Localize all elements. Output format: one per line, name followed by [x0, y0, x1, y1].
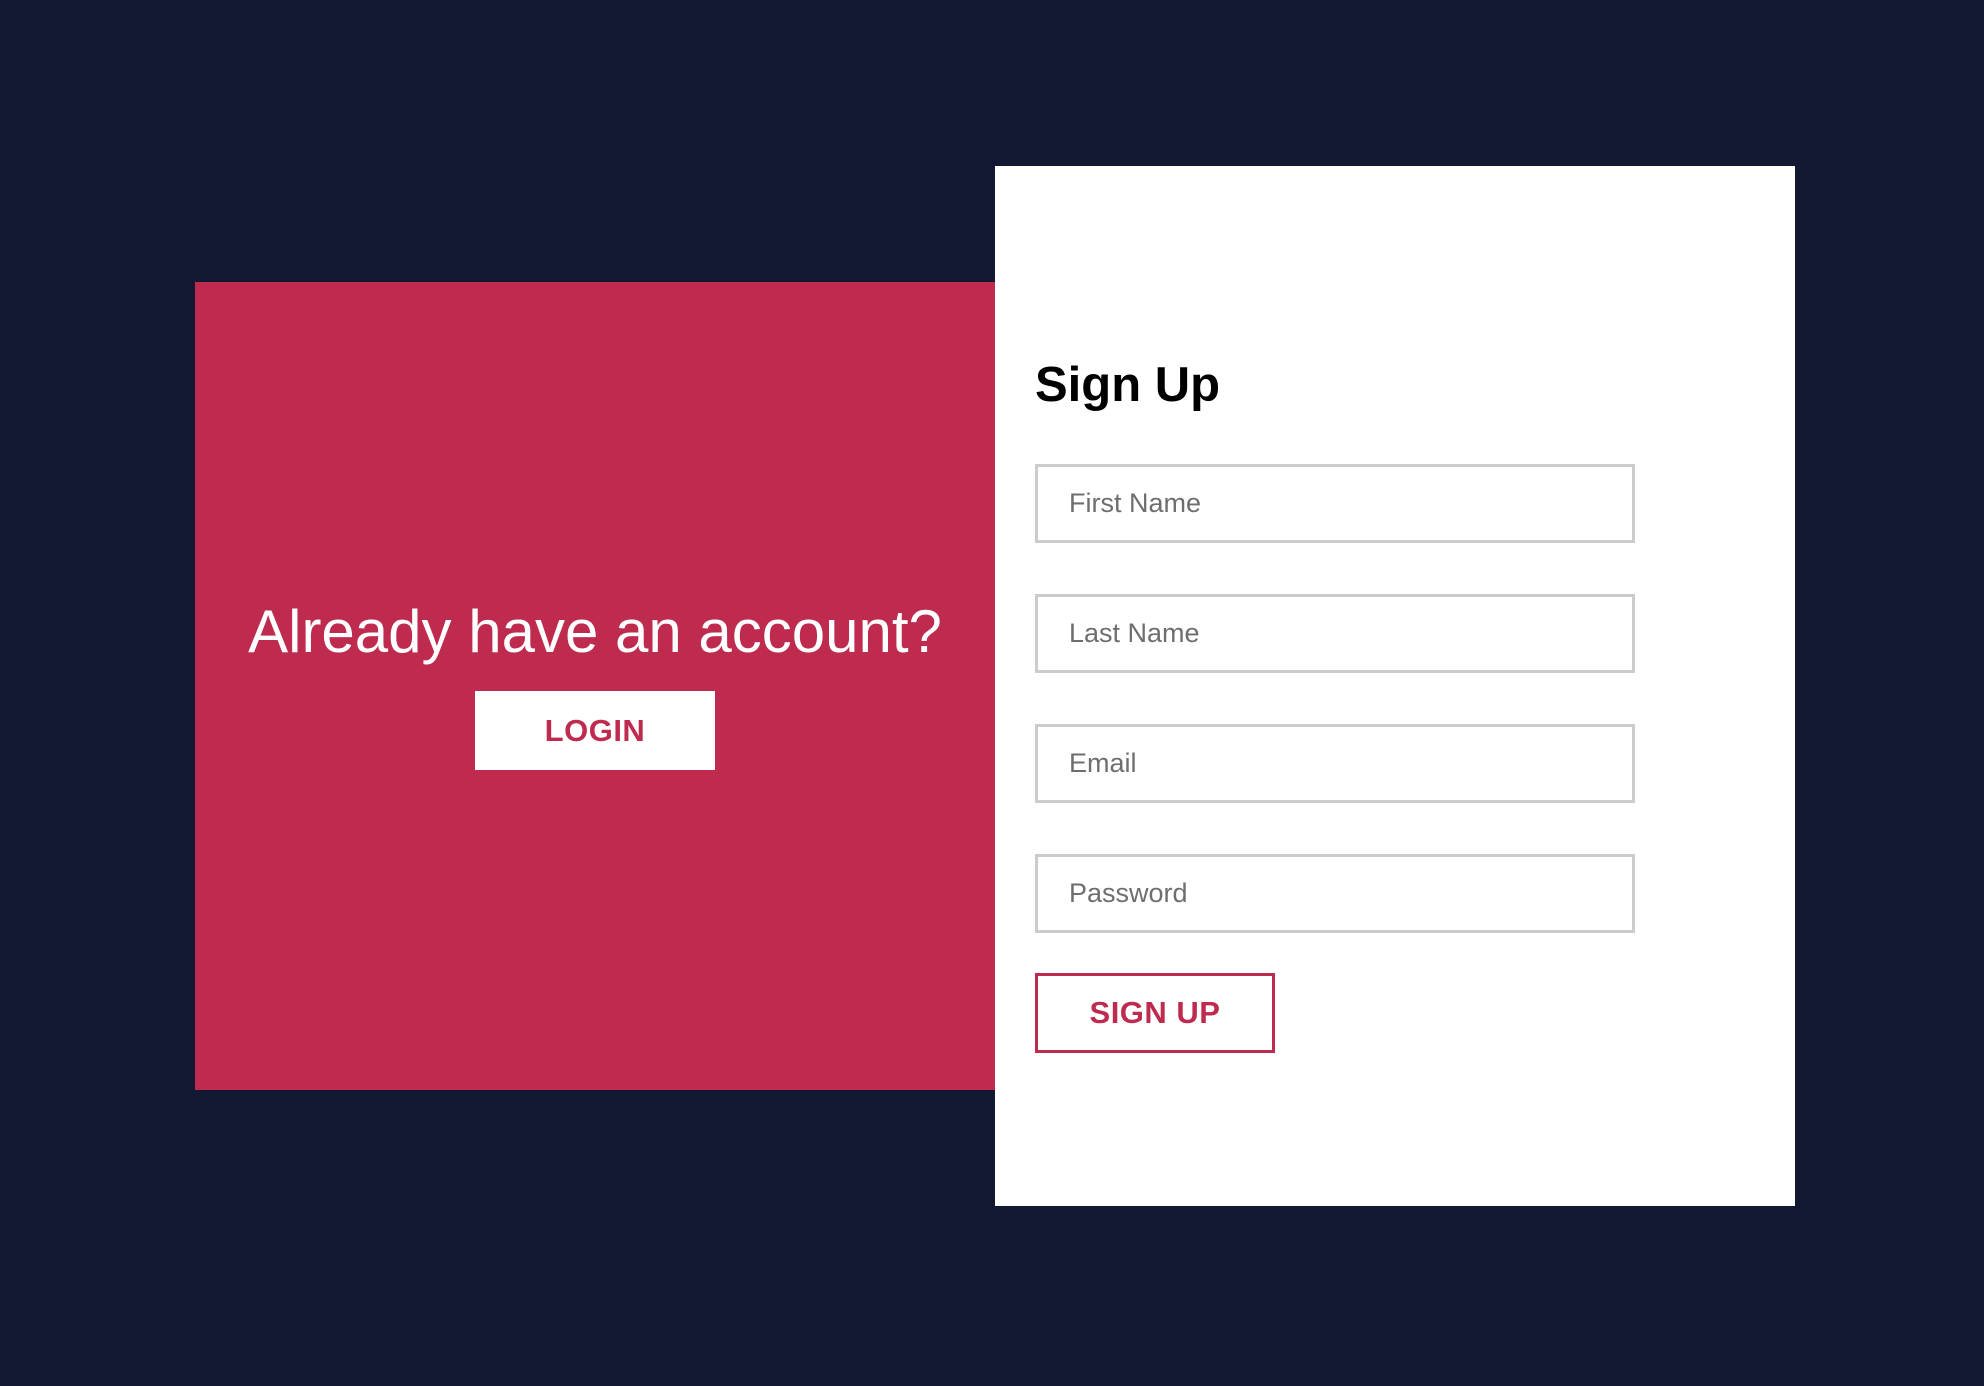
signup-panel: Sign Up SIGN UP — [995, 166, 1795, 1206]
login-prompt-title: Already have an account? — [248, 598, 942, 665]
login-button[interactable]: LOGIN — [475, 691, 715, 770]
login-prompt-panel: Already have an account? LOGIN — [195, 282, 995, 1090]
email-field[interactable] — [1035, 724, 1635, 803]
signup-title: Sign Up — [1035, 358, 1221, 412]
signup-button[interactable]: SIGN UP — [1035, 973, 1275, 1053]
last-name-field[interactable] — [1035, 594, 1635, 673]
login-prompt-content: Already have an account? LOGIN — [195, 282, 995, 1090]
password-field[interactable] — [1035, 854, 1635, 933]
first-name-field[interactable] — [1035, 464, 1635, 543]
